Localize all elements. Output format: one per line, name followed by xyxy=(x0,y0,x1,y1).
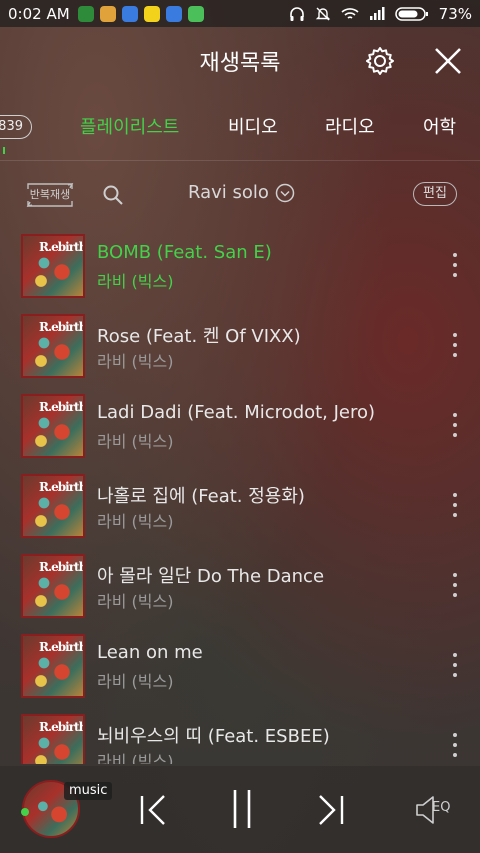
track-artist: 라비 (빅스) xyxy=(97,752,174,764)
music-tag: music xyxy=(64,782,113,800)
tab-video[interactable]: 비디오 xyxy=(228,113,278,139)
list-item[interactable]: R.ebirth Lean on me 라비 (빅스) xyxy=(0,628,480,708)
tab-language[interactable]: 어학 xyxy=(423,113,456,139)
equalizer-button[interactable]: EQ xyxy=(414,794,458,826)
divider xyxy=(0,160,480,161)
app-notification-icon xyxy=(99,5,116,22)
album-art-text: R.ebirth xyxy=(39,560,85,574)
playlist-toolbar: 반복재생 Ravi solo 편집 xyxy=(0,176,480,214)
signal-icon xyxy=(369,6,385,20)
track-title: 아 몰라 일단 Do The Dance xyxy=(97,566,325,587)
battery-icon xyxy=(394,6,428,21)
album-art: R.ebirth xyxy=(21,314,85,378)
app-notification-icon xyxy=(77,5,94,22)
track-artist: 라비 (빅스) xyxy=(97,352,174,371)
track-title: 나홀로 집에 (Feat. 정용화) xyxy=(97,486,305,507)
list-item[interactable]: R.ebirth Rose (Feat. 켄 Of VIXX) 라비 (빅스) xyxy=(0,308,480,388)
album-art-text: R.ebirth xyxy=(39,720,85,734)
talk-notification-icon xyxy=(143,5,160,22)
eq-label: EQ xyxy=(432,800,451,815)
track-title: BOMB (Feat. San E) xyxy=(97,242,272,263)
album-art-text: R.ebirth xyxy=(39,240,85,254)
next-icon[interactable] xyxy=(316,794,346,826)
album-art-text: R.ebirth xyxy=(39,400,85,414)
more-options-icon[interactable] xyxy=(450,333,460,357)
app-notification-icon xyxy=(187,5,204,22)
list-item[interactable]: R.ebirth 아 몰라 일단 Do The Dance 라비 (빅스) xyxy=(0,548,480,628)
status-bar: 0:02 AM 73% xyxy=(0,0,480,27)
playing-indicator xyxy=(21,808,29,816)
previous-icon[interactable] xyxy=(138,794,168,826)
album-art: R.ebirth xyxy=(21,234,85,298)
playlist-name: Ravi solo xyxy=(188,182,269,203)
album-art-text: R.ebirth xyxy=(39,480,85,494)
tab-indicator xyxy=(3,147,5,154)
tab-playlist[interactable]: 플레이리스트 xyxy=(80,113,179,139)
album-art: R.ebirth xyxy=(21,394,85,458)
mute-bell-icon xyxy=(315,7,330,20)
edit-button[interactable]: 편집 xyxy=(413,182,457,206)
track-title: Ladi Dadi (Feat. Microdot, Jero) xyxy=(97,402,376,423)
track-artist: 라비 (빅스) xyxy=(97,512,174,531)
more-options-icon[interactable] xyxy=(450,573,460,597)
track-artist: 라비 (빅스) xyxy=(97,592,174,611)
mini-player: music EQ xyxy=(0,766,480,853)
album-art-text: R.ebirth xyxy=(39,640,85,654)
track-list: R.ebirth BOMB (Feat. San E) 라비 (빅스) R.eb… xyxy=(0,228,480,764)
notification-icons xyxy=(77,5,204,22)
album-art: R.ebirth xyxy=(21,474,85,538)
track-count-badge: 839 xyxy=(0,115,32,139)
track-artist: 라비 (빅스) xyxy=(97,672,174,691)
repeat-button[interactable]: 반복재생 xyxy=(22,179,78,211)
tab-radio[interactable]: 라디오 xyxy=(325,113,375,139)
app-notification-icon xyxy=(165,5,182,22)
battery-percent: 73% xyxy=(438,4,472,23)
playlist-selector[interactable]: Ravi solo xyxy=(188,182,295,203)
headphones-icon xyxy=(289,6,304,21)
search-icon[interactable] xyxy=(102,184,124,206)
album-art: R.ebirth xyxy=(21,714,85,764)
list-item[interactable]: R.ebirth BOMB (Feat. San E) 라비 (빅스) xyxy=(0,228,480,308)
chevron-down-icon xyxy=(275,183,295,202)
header: 재생목록 xyxy=(0,27,480,95)
gear-icon[interactable] xyxy=(364,45,396,77)
more-options-icon[interactable] xyxy=(450,253,460,277)
album-art: R.ebirth xyxy=(21,554,85,618)
category-tabs: 839 플레이리스트 비디오 라디오 어학 xyxy=(0,100,480,154)
list-item[interactable]: R.ebirth Ladi Dadi (Feat. Microdot, Jero… xyxy=(0,388,480,468)
more-options-icon[interactable] xyxy=(450,493,460,517)
status-time: 0:02 AM xyxy=(8,4,70,23)
track-title: Lean on me xyxy=(97,642,203,663)
track-artist: 라비 (빅스) xyxy=(97,432,174,451)
album-art-text: R.ebirth xyxy=(39,320,85,334)
app-notification-icon xyxy=(121,5,138,22)
album-art: R.ebirth xyxy=(21,634,85,698)
track-artist: 라비 (빅스) xyxy=(97,272,174,291)
more-options-icon[interactable] xyxy=(450,733,460,757)
close-icon[interactable] xyxy=(432,45,464,77)
pause-icon[interactable] xyxy=(229,788,255,830)
track-title: Rose (Feat. 켄 Of VIXX) xyxy=(97,326,301,347)
list-item[interactable]: R.ebirth 나홀로 집에 (Feat. 정용화) 라비 (빅스) xyxy=(0,468,480,548)
more-options-icon[interactable] xyxy=(450,653,460,677)
track-title: 뇌비우스의 띠 (Feat. ESBEE) xyxy=(97,726,330,747)
more-options-icon[interactable] xyxy=(450,413,460,437)
page-title: 재생목록 xyxy=(199,51,281,76)
list-item[interactable]: R.ebirth 뇌비우스의 띠 (Feat. ESBEE) 라비 (빅스) xyxy=(0,708,480,764)
wifi-icon xyxy=(341,7,359,19)
repeat-label: 반복재생 xyxy=(29,188,71,201)
